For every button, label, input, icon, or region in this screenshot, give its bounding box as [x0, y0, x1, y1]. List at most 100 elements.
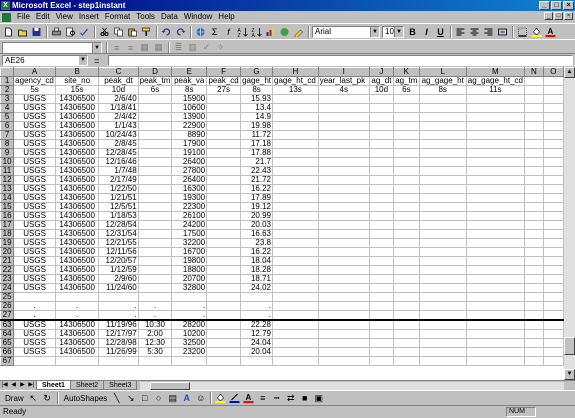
cell[interactable]	[272, 139, 319, 149]
cell[interactable]	[368, 193, 395, 203]
cell[interactable]	[542, 211, 564, 221]
list-icon[interactable]: ≣	[172, 42, 185, 54]
cell[interactable]	[418, 121, 467, 131]
cell[interactable]	[368, 103, 395, 113]
menu-help[interactable]: Help	[215, 11, 237, 23]
cell[interactable]: 14306500	[54, 247, 100, 257]
new-icon[interactable]	[2, 26, 15, 38]
cell[interactable]	[206, 94, 242, 104]
cell[interactable]: 24200	[171, 220, 208, 230]
cell[interactable]	[393, 356, 420, 366]
cell[interactable]	[368, 347, 395, 357]
column-header[interactable]: K	[393, 67, 420, 77]
row-header[interactable]: 27	[0, 310, 15, 321]
cell[interactable]	[418, 310, 467, 321]
cell[interactable]	[206, 139, 242, 149]
cell[interactable]	[393, 319, 420, 330]
cell[interactable]: 14306500	[54, 256, 100, 266]
font-size-select[interactable]: 10 ▼	[382, 25, 404, 38]
cell[interactable]	[523, 166, 544, 176]
cell[interactable]	[393, 157, 420, 167]
cell[interactable]	[137, 220, 173, 230]
cell[interactable]: 23.8	[240, 238, 273, 248]
cell[interactable]: 15.93	[240, 94, 273, 104]
cell[interactable]	[465, 319, 525, 330]
cell[interactable]	[523, 292, 544, 302]
cell[interactable]: 1/7/48	[98, 166, 139, 176]
cell[interactable]: 12/31/54	[98, 229, 139, 239]
cell[interactable]	[393, 139, 420, 149]
cell[interactable]	[523, 329, 544, 339]
menu-insert[interactable]: Insert	[76, 11, 102, 23]
row-header[interactable]: 12	[0, 175, 15, 185]
cell[interactable]	[465, 202, 525, 212]
cell[interactable]: 8s	[171, 85, 208, 95]
prev-sheet-icon[interactable]: ◀	[9, 381, 18, 390]
cell[interactable]: USGS	[13, 338, 56, 348]
line-color-icon[interactable]	[228, 392, 241, 404]
cell[interactable]: 20.03	[240, 220, 273, 230]
underline-button[interactable]: U	[434, 26, 447, 38]
oval-icon[interactable]: ○	[152, 392, 165, 404]
column-header[interactable]: C	[98, 67, 139, 77]
cell[interactable]	[523, 356, 544, 366]
cell[interactable]	[206, 130, 242, 140]
cell[interactable]	[137, 103, 173, 113]
cell[interactable]: 14306500	[54, 283, 100, 293]
cell[interactable]	[206, 157, 242, 167]
cell[interactable]	[317, 148, 370, 158]
cell[interactable]	[465, 139, 525, 149]
cell[interactable]	[523, 256, 544, 266]
cell[interactable]: 11.72	[240, 130, 273, 140]
cell[interactable]	[523, 130, 544, 140]
cell[interactable]	[465, 356, 525, 366]
cell[interactable]: 17500	[171, 229, 208, 239]
cell[interactable]	[317, 175, 370, 185]
format-painter-icon[interactable]	[140, 26, 153, 38]
cell[interactable]	[465, 130, 525, 140]
cell[interactable]	[272, 310, 319, 321]
cell[interactable]	[137, 283, 173, 293]
cell[interactable]: 11/24/60	[98, 283, 139, 293]
cell[interactable]: 24.02	[240, 283, 273, 293]
cell[interactable]: 14306500	[54, 157, 100, 167]
cell[interactable]	[137, 184, 173, 194]
cell[interactable]	[393, 301, 420, 311]
cell[interactable]	[317, 193, 370, 203]
cell[interactable]: 2/4/42	[98, 112, 139, 122]
draw-menu[interactable]: Draw	[5, 394, 24, 403]
cell[interactable]: 1/22/50	[98, 184, 139, 194]
cell[interactable]	[523, 121, 544, 131]
cell[interactable]	[418, 139, 467, 149]
cell[interactable]	[206, 301, 242, 311]
cell[interactable]	[542, 220, 564, 230]
cell[interactable]: 1/21/51	[98, 193, 139, 203]
shadow-icon[interactable]: ■	[298, 392, 311, 404]
cell[interactable]	[368, 220, 395, 230]
cell[interactable]: .	[13, 301, 56, 311]
fill-color-icon[interactable]	[530, 26, 543, 38]
cell[interactable]: .	[98, 301, 139, 311]
cell[interactable]	[523, 319, 544, 330]
cell[interactable]: USGS	[13, 229, 56, 239]
cell[interactable]	[368, 148, 395, 158]
cell[interactable]: 27800	[171, 166, 208, 176]
column-header[interactable]: N	[523, 67, 544, 77]
cell[interactable]	[206, 347, 242, 357]
cell[interactable]	[317, 319, 370, 330]
chart-wizard-icon[interactable]	[264, 26, 277, 38]
rectangle-icon[interactable]: □	[138, 392, 151, 404]
name-box[interactable]: AE26 ▼	[2, 55, 88, 66]
cell[interactable]	[393, 274, 420, 284]
arrow-icon[interactable]: ↘	[124, 392, 137, 404]
row-header[interactable]: 24	[0, 283, 15, 293]
cell[interactable]	[272, 94, 319, 104]
cell[interactable]	[206, 319, 242, 330]
cell[interactable]	[317, 220, 370, 230]
cell[interactable]	[465, 220, 525, 230]
cell[interactable]: 1/12/59	[98, 265, 139, 275]
cell[interactable]	[523, 301, 544, 311]
cell[interactable]: 19.12	[240, 202, 273, 212]
cell[interactable]	[465, 283, 525, 293]
cell[interactable]	[368, 274, 395, 284]
